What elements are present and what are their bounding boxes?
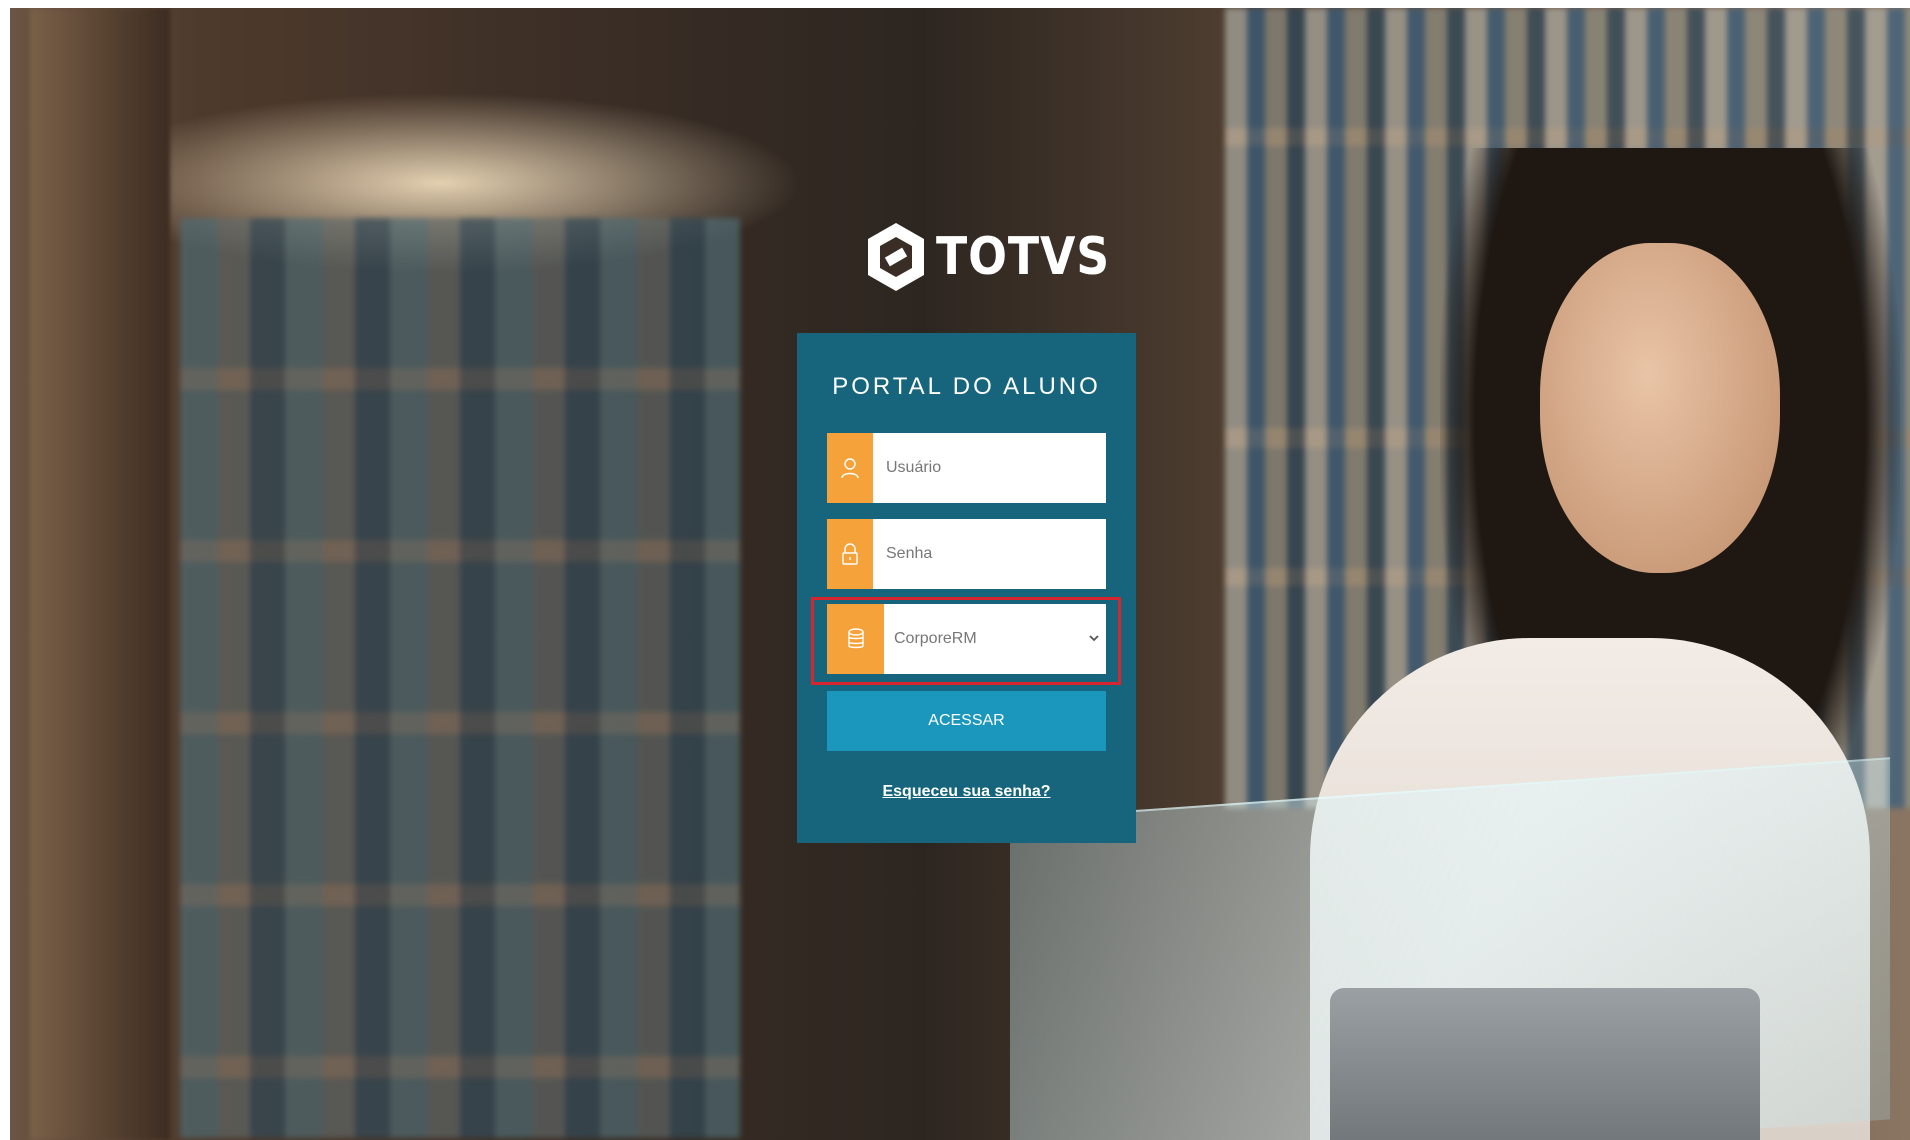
login-card: PORTAL DO ALUNO Usuário CorporeRM ACESSA… (797, 333, 1136, 843)
user-icon (827, 433, 873, 503)
page-title: PORTAL DO ALUNO (832, 373, 1101, 400)
totvs-logo-icon (866, 221, 926, 293)
highlight-box (811, 597, 1121, 685)
brand-name: TOTVS (936, 227, 1111, 287)
background-pillar (30, 8, 170, 1140)
username-field-group (827, 433, 1106, 503)
password-input[interactable] (873, 519, 1106, 589)
forgot-password-link[interactable]: Esqueceu sua senha? (797, 783, 1136, 801)
laptop (1330, 988, 1760, 1140)
login-button[interactable]: ACESSAR (827, 691, 1106, 751)
brand-logo: TOTVS (866, 220, 1134, 294)
background-shelf-left (180, 218, 740, 1138)
password-field-group (827, 519, 1106, 589)
student-face (1540, 243, 1780, 573)
lock-icon (827, 519, 873, 589)
username-input[interactable] (873, 433, 1106, 503)
